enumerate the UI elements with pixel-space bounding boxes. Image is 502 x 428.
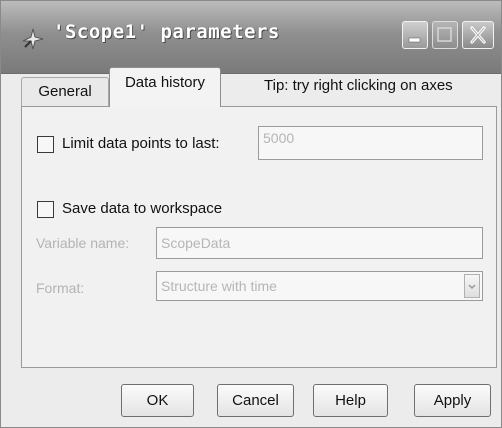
limit-data-points-input[interactable]: 5000 bbox=[258, 126, 483, 160]
tab-general[interactable]: General bbox=[21, 77, 109, 107]
cancel-button[interactable]: Cancel bbox=[217, 384, 294, 417]
minimize-icon bbox=[408, 37, 421, 43]
help-button[interactable]: Help bbox=[313, 384, 388, 417]
window-title: 'Scope1' parameters bbox=[53, 21, 280, 43]
save-to-workspace-checkbox[interactable] bbox=[37, 201, 54, 218]
format-select-value: Structure with time bbox=[161, 278, 277, 294]
close-button[interactable] bbox=[462, 21, 494, 49]
apply-button[interactable]: Apply bbox=[414, 384, 491, 417]
variable-name-label: Variable name: bbox=[36, 235, 130, 251]
tab-data-history[interactable]: Data history bbox=[109, 67, 221, 107]
ok-button[interactable]: OK bbox=[121, 384, 194, 417]
limit-data-points-label: Limit data points to last: bbox=[62, 135, 220, 152]
format-select[interactable]: Structure with time bbox=[156, 271, 483, 301]
format-dropdown-button[interactable] bbox=[464, 274, 480, 298]
maximize-button[interactable] bbox=[432, 21, 458, 49]
format-label: Format: bbox=[36, 280, 85, 296]
tab-bar: General Data history Tip: try right clic… bbox=[21, 67, 499, 107]
minimize-button[interactable] bbox=[402, 21, 428, 49]
simulink-app-icon bbox=[22, 28, 44, 50]
maximize-icon bbox=[437, 27, 452, 42]
parameters-dialog: 'Scope1' parameters General Data history… bbox=[0, 0, 502, 428]
tip-text: Tip: try right clicking on axes bbox=[264, 77, 453, 94]
chevron-down-icon bbox=[468, 284, 476, 290]
save-to-workspace-label: Save data to workspace bbox=[62, 200, 223, 217]
data-history-panel: Limit data points to last: 5000 Save dat… bbox=[21, 106, 497, 368]
close-icon bbox=[470, 26, 486, 44]
title-bar[interactable]: 'Scope1' parameters bbox=[1, 1, 501, 74]
limit-data-points-checkbox[interactable] bbox=[37, 136, 54, 153]
variable-name-input[interactable]: ScopeData bbox=[156, 227, 483, 259]
